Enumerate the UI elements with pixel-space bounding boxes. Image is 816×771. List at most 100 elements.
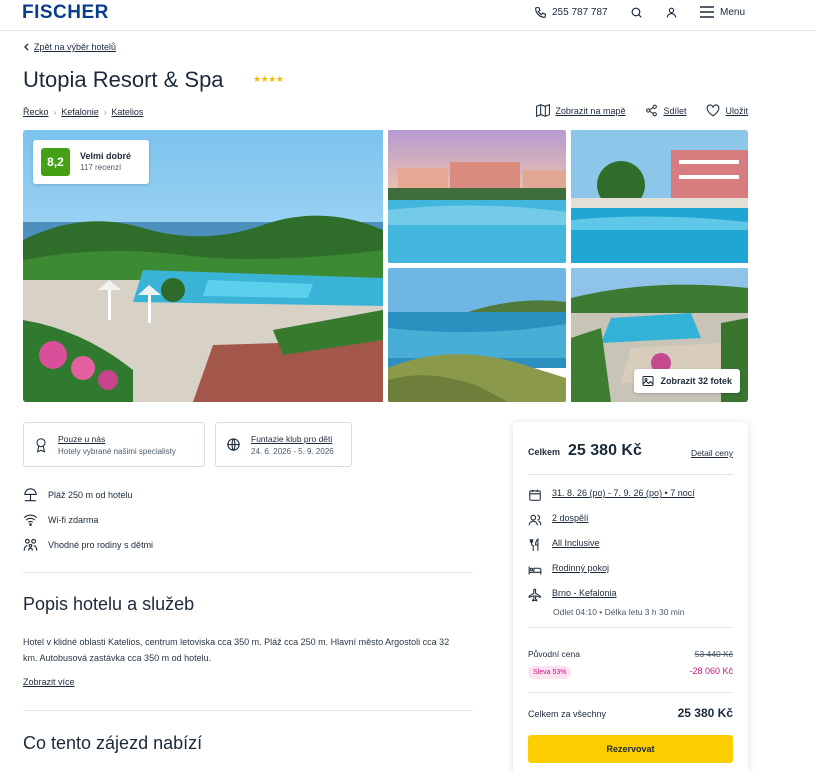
price-panel: Celkem 25 380 Kč Detail ceny 31. 8. 26 (… — [513, 422, 748, 771]
grand-total-value: 25 380 Kč — [677, 706, 733, 720]
exclusive-feature-title: Pouze u nás — [58, 433, 106, 444]
site-header: FISCHER 255 787 787 Menu — [0, 0, 816, 31]
account-button[interactable] — [665, 6, 678, 19]
flight-info: Odlet 04:10 • Délka letu 3 h 30 min — [553, 607, 685, 617]
chevron-left-icon — [23, 43, 29, 51]
back-to-hotels-link[interactable]: Zpět na výběr hotelů — [23, 42, 116, 52]
trip-dates: 31. 8. 26 (po) - 7. 9. 26 (po) • 7 nocí — [552, 488, 695, 498]
description-text: Hotel v klidné oblasti Katelios, centrum… — [23, 637, 450, 663]
grand-total-label: Celkem za všechny — [528, 709, 607, 719]
hotel-star-rating: ★★★★ — [253, 74, 284, 84]
phone-link[interactable]: 255 787 787 — [534, 6, 608, 19]
divider — [528, 692, 733, 693]
menu-button[interactable]: Menu — [700, 6, 745, 18]
breadcrumb-resort[interactable]: Katelios — [111, 107, 143, 117]
family-icon — [23, 538, 38, 552]
wifi-icon — [23, 513, 38, 526]
breadcrumb: Řecko › Kefalonie › Katelios — [23, 107, 143, 117]
search-button[interactable] — [630, 6, 643, 19]
user-icon — [665, 6, 678, 19]
facility-beach-label: Pláž 250 m od hotelu — [48, 490, 133, 500]
hamburger-icon — [700, 6, 714, 18]
phone-icon — [534, 6, 547, 19]
share-icon — [645, 104, 658, 117]
facility-wifi-label: Wi-fi zdarma — [48, 514, 99, 525]
phone-number: 255 787 787 — [552, 7, 608, 18]
ball-icon — [226, 437, 241, 452]
original-price-label: Původní cena — [528, 649, 580, 659]
bed-icon — [528, 563, 542, 577]
chevron-right-icon: › — [53, 107, 57, 117]
description-heading: Popis hotelu a služeb — [23, 594, 195, 614]
search-icon — [630, 6, 643, 19]
flight-route: Brno - Kefalonia — [552, 588, 617, 598]
kids-club-title: Funtazie klub pro děti — [251, 433, 333, 444]
chevron-right-icon: › — [103, 107, 107, 117]
room-row[interactable]: Rodinný pokoj — [528, 563, 609, 577]
travelers: 2 dospělí — [552, 513, 589, 523]
photo-hotel-sunset[interactable] — [388, 130, 566, 263]
board-type: All Inclusive — [552, 538, 600, 548]
trip-dates-row[interactable]: 31. 8. 26 (po) - 7. 9. 26 (po) • 7 nocí — [528, 488, 695, 502]
discount-value: -28 060 Kč — [689, 666, 733, 676]
hotel-actions: Zobrazit na mapě Sdílet Uložit — [536, 104, 748, 117]
rating-label: Velmi dobré — [80, 151, 132, 161]
map-icon — [536, 104, 551, 117]
calendar-icon — [528, 488, 542, 502]
flight-row[interactable]: Brno - Kefalonia — [528, 588, 617, 602]
kids-club-dates: 24. 6. 2026 - 5. 9. 2026 — [251, 446, 334, 456]
facility-wifi: Wi-fi zdarma — [23, 513, 99, 526]
section-divider — [23, 572, 473, 573]
exclusive-feature-subtitle: Hotely vybrané našimi specialisty — [58, 446, 176, 456]
board-row[interactable]: All Inclusive — [528, 538, 600, 552]
divider — [528, 474, 733, 475]
share-button[interactable]: Sdílet — [645, 104, 686, 117]
price-total-label: Celkem — [528, 447, 561, 457]
show-all-photos-button[interactable]: Zobrazit 32 fotek — [634, 369, 740, 393]
rating-score: 8,2 — [41, 148, 70, 176]
price-total: Celkem 25 380 Kč — [528, 442, 642, 460]
facility-family: Vhodné pro rodiny s dětmi — [23, 538, 153, 552]
award-icon — [34, 437, 48, 453]
room-type: Rodinný pokoj — [552, 563, 610, 573]
travelers-row[interactable]: 2 dospělí — [528, 513, 589, 527]
price-total-value: 25 380 Kč — [568, 442, 642, 459]
beach-umbrella-icon — [23, 488, 38, 502]
divider — [528, 627, 733, 628]
breadcrumb-region[interactable]: Kefalonie — [61, 107, 99, 117]
show-on-map-label: Zobrazit na mapě — [555, 105, 626, 116]
price-detail-link[interactable]: Detail ceny — [691, 448, 733, 458]
hotel-title: Utopia Resort & Spa — [23, 67, 224, 92]
exclusive-feature-card[interactable]: Pouze u nás Hotely vybrané našimi specia… — [23, 422, 205, 467]
facility-beach: Pláž 250 m od hotelu — [23, 488, 133, 502]
photo-beach-bay[interactable] — [388, 268, 566, 402]
rating-card[interactable]: 8,2 Velmi dobré 117 recenzí — [33, 140, 149, 184]
share-label: Sdílet — [663, 105, 687, 116]
fischer-logo[interactable]: FISCHER — [22, 2, 109, 24]
heart-icon — [706, 104, 720, 117]
show-photos-label: Zobrazit 32 fotek — [660, 376, 732, 386]
show-more-link[interactable]: Zobrazit více — [23, 677, 75, 687]
facility-family-label: Vhodné pro rodiny s dětmi — [48, 540, 154, 550]
section-divider — [23, 710, 473, 711]
photo-gallery: 8,2 Velmi dobré 117 recenzí Zobrazit 32 … — [23, 130, 748, 402]
back-link-label: Zpět na výběr hotelů — [34, 42, 117, 52]
photo-pool-terrace[interactable] — [571, 130, 748, 263]
people-icon — [528, 513, 542, 527]
show-on-map-button[interactable]: Zobrazit na mapě — [536, 104, 625, 117]
plane-icon — [528, 588, 542, 602]
cutlery-icon — [528, 538, 542, 552]
reserve-button[interactable]: Rezervovat — [528, 735, 733, 763]
discount-badge: Sleva 53% — [528, 666, 572, 679]
image-icon — [642, 375, 654, 387]
menu-label: Menu — [720, 6, 746, 18]
kids-club-feature-card[interactable]: Funtazie klub pro děti 24. 6. 2026 - 5. … — [215, 422, 352, 467]
offer-heading: Co tento zájezd nabízí — [23, 733, 203, 753]
photo-aerial-resort[interactable]: Zobrazit 32 fotek — [571, 268, 748, 402]
breadcrumb-country[interactable]: Řecko — [23, 107, 49, 117]
save-label: Uložit — [725, 105, 748, 116]
original-price-value: 53 440 Kč — [694, 649, 733, 659]
review-count: 117 recenzí — [80, 163, 122, 172]
save-button[interactable]: Uložit — [706, 104, 748, 117]
main-photo-pool[interactable]: 8,2 Velmi dobré 117 recenzí — [23, 130, 383, 402]
